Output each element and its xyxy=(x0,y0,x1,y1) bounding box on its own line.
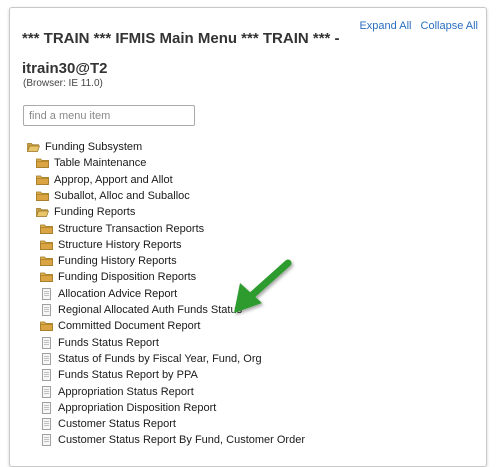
menu-tree-item[interactable]: Funding History Reports xyxy=(40,253,177,269)
menu-tree-item-label: Customer Status Report xyxy=(58,418,176,431)
tree-controls: Expand All Collapse All xyxy=(353,20,478,32)
menu-tree-item[interactable]: Committed Document Report xyxy=(40,318,200,334)
menu-tree-item-label: Allocation Advice Report xyxy=(58,287,178,300)
page-title: *** TRAIN *** IFMIS Main Menu *** TRAIN … xyxy=(22,30,340,77)
menu-tree-item-label: Appropriation Status Report xyxy=(58,385,194,398)
menu-tree-item-label: Approp, Apport and Allot xyxy=(54,173,173,186)
menu-tree-item-label: Funding Disposition Reports xyxy=(58,271,197,284)
menu-tree-item[interactable]: Funds Status Report xyxy=(40,335,159,351)
menu-tree-item[interactable]: Allocation Advice Report xyxy=(40,286,177,302)
menu-tree-item-label: Status of Funds by Fiscal Year, Fund, Or… xyxy=(58,352,262,365)
menu-search-input[interactable] xyxy=(23,105,195,126)
folder-icon xyxy=(36,190,49,202)
menu-tree-item-label: Funding Subsystem xyxy=(45,141,143,153)
menu-tree-item[interactable]: Funding Subsystem xyxy=(27,139,142,155)
menu-tree-item-label: Funding History Reports xyxy=(58,255,177,268)
menu-tree-item[interactable]: Suballot, Alloc and Suballoc xyxy=(36,188,190,204)
menu-tree-item[interactable]: Funds Status Report by PPA xyxy=(40,367,198,383)
menu-tree-item[interactable]: Regional Allocated Auth Funds Status xyxy=(40,302,242,318)
menu-tree-item-label: Funding Reports xyxy=(54,206,136,219)
menu-tree-item[interactable]: Status of Funds by Fiscal Year, Fund, Or… xyxy=(40,351,262,367)
document-icon xyxy=(40,287,53,300)
document-icon xyxy=(40,304,53,316)
expand-all-link[interactable]: Expand All xyxy=(359,20,411,32)
folder-open-icon xyxy=(27,141,40,153)
menu-tree-item[interactable]: Appropriation Disposition Report xyxy=(40,400,216,416)
document-icon xyxy=(40,336,53,349)
folder-icon xyxy=(40,320,53,332)
menu-tree-item-label: Funds Status Report by PPA xyxy=(58,369,198,382)
menu-tree-item[interactable]: Structure History Reports xyxy=(40,237,181,253)
menu-tree-item-label: Table Maintenance xyxy=(54,157,147,170)
green-arrow-annotation xyxy=(234,259,292,313)
menu-tree-item[interactable]: Appropriation Status Report xyxy=(40,384,194,400)
menu-tree-item[interactable]: Approp, Apport and Allot xyxy=(36,172,173,188)
menu-tree-item[interactable]: Structure Transaction Reports xyxy=(40,221,204,237)
folder-icon xyxy=(36,174,49,186)
folder-icon xyxy=(36,157,49,169)
document-icon xyxy=(40,434,53,447)
menu-tree-item-label: Committed Document Report xyxy=(58,320,201,333)
document-icon xyxy=(40,418,53,430)
menu-tree-item[interactable]: Table Maintenance xyxy=(36,155,146,171)
folder-icon xyxy=(40,223,53,235)
menu-tree-item[interactable]: Funding Reports xyxy=(36,204,135,220)
document-icon xyxy=(40,401,53,414)
menu-tree-item-label: Structure History Reports xyxy=(58,238,182,251)
document-icon xyxy=(40,385,53,398)
menu-tree-item-label: Suballot, Alloc and Suballoc xyxy=(54,189,190,202)
folder-icon xyxy=(40,239,53,251)
document-icon xyxy=(40,352,53,365)
menu-tree-item[interactable]: Funding Disposition Reports xyxy=(40,269,196,285)
menu-tree-item[interactable]: Customer Status Report xyxy=(40,416,176,432)
collapse-all-link[interactable]: Collapse All xyxy=(421,20,478,32)
browser-info: (Browser: IE 11.0) xyxy=(23,78,103,89)
menu-tree-item-label: Appropriation Disposition Report xyxy=(58,401,217,414)
menu-tree-item-label: Funds Status Report xyxy=(58,336,159,349)
menu-tree-item-label: Customer Status Report By Fund, Customer… xyxy=(58,434,305,447)
menu-tree-item-label: Structure Transaction Reports xyxy=(58,222,205,235)
menu-tree-item[interactable]: Customer Status Report By Fund, Customer… xyxy=(40,432,305,448)
folder-open-icon xyxy=(36,206,49,218)
folder-icon xyxy=(40,255,53,267)
folder-icon xyxy=(40,271,53,283)
menu-tree-item-label: Regional Allocated Auth Funds Status xyxy=(58,304,243,316)
document-icon xyxy=(40,369,53,382)
